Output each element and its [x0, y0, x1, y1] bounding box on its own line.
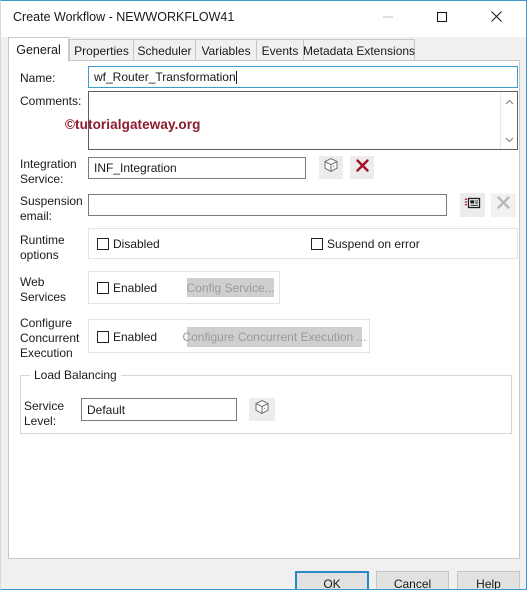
web-services-enabled-checkbox[interactable]: Enabled: [97, 281, 157, 295]
integration-service-label: Integration Service:: [20, 157, 77, 186]
scroll-up-icon[interactable]: [501, 94, 517, 110]
window-title: Create Workflow - NEWWORKFLOW41: [13, 10, 235, 24]
load-balancing-title: Load Balancing: [30, 368, 121, 382]
help-button[interactable]: Help: [457, 571, 520, 589]
service-level-browse-button[interactable]: [249, 398, 275, 421]
create-workflow-dialog: Create Workflow - NEWWORKFLOW41 General …: [0, 0, 527, 590]
web-services-label: Web Services: [20, 275, 67, 304]
concurrent-execution-enabled-label: Enabled: [113, 330, 158, 344]
comments-scrollbar[interactable]: [500, 92, 517, 149]
tab-scheduler[interactable]: Scheduler: [133, 39, 196, 61]
suspension-email-clear-button: [491, 193, 516, 217]
grey-x-icon: [496, 195, 511, 215]
tab-variables[interactable]: Variables: [195, 39, 257, 61]
dialog-body: Create Workflow - NEWWORKFLOW41 General …: [1, 1, 526, 589]
suspension-email-input[interactable]: [88, 194, 447, 216]
cube-icon: [323, 157, 339, 178]
integration-service-clear-button[interactable]: [350, 156, 374, 179]
service-level-label: Service Level:: [24, 399, 65, 428]
integration-service-input[interactable]: INF_Integration: [88, 157, 306, 179]
close-icon: [490, 10, 503, 23]
tab-metadata-extensions[interactable]: Metadata Extensions: [303, 39, 415, 61]
comments-textarea[interactable]: [88, 91, 518, 150]
maximize-icon: [436, 11, 448, 23]
scroll-down-icon[interactable]: [501, 131, 517, 147]
close-button[interactable]: [473, 1, 519, 32]
config-service-button: Config Service...: [186, 278, 275, 297]
name-label: Name:: [20, 71, 56, 85]
web-services-enabled-label: Enabled: [113, 281, 158, 295]
runtime-suspend-on-error-label: Suspend on error: [327, 237, 420, 251]
title-bar: Create Workflow - NEWWORKFLOW41: [1, 1, 526, 37]
minimize-icon: [382, 11, 394, 23]
concurrent-execution-enabled-checkbox[interactable]: Enabled: [97, 330, 157, 344]
cube-icon: [254, 399, 270, 420]
runtime-disabled-checkbox[interactable]: Disabled: [97, 237, 160, 251]
cancel-button[interactable]: Cancel: [376, 571, 449, 589]
name-input[interactable]: wf_Router_Transformation: [88, 66, 518, 88]
configure-concurrent-execution-button: Configure Concurrent Execution ...: [182, 327, 367, 347]
suspension-email-browse-button[interactable]: [460, 193, 485, 217]
integration-service-browse-button[interactable]: [319, 156, 343, 179]
runtime-disabled-label: Disabled: [113, 237, 160, 251]
runtime-suspend-on-error-checkbox[interactable]: Suspend on error: [311, 237, 420, 251]
red-x-icon: [355, 158, 370, 178]
service-level-input[interactable]: Default: [81, 398, 237, 421]
checkbox-box: [311, 238, 323, 250]
runtime-options-label: Runtime options: [20, 233, 65, 262]
checkbox-box: [97, 238, 109, 250]
tab-properties[interactable]: Properties: [69, 39, 134, 61]
general-tab-panel: Name: wf_Router_Transformation Comments:: [8, 60, 520, 559]
checkbox-box: [97, 331, 109, 343]
tab-general[interactable]: General: [8, 37, 69, 62]
suspension-email-label: Suspension email:: [20, 194, 83, 223]
service-level-value: Default: [87, 402, 126, 417]
checkbox-box: [97, 282, 109, 294]
ok-button[interactable]: OK: [295, 571, 369, 589]
name-input-value: wf_Router_Transformation: [94, 70, 236, 84]
text-caret: [235, 70, 237, 84]
comments-label: Comments:: [20, 94, 82, 108]
integration-service-value: INF_Integration: [94, 161, 177, 175]
tab-strip: General Properties Scheduler Variables E…: [8, 37, 520, 62]
maximize-button[interactable]: [419, 1, 465, 32]
tab-events[interactable]: Events: [256, 39, 304, 61]
email-card-icon: [464, 196, 481, 215]
minimize-button[interactable]: [365, 1, 411, 32]
concurrent-execution-label: Configure Concurrent Execution: [20, 316, 80, 360]
